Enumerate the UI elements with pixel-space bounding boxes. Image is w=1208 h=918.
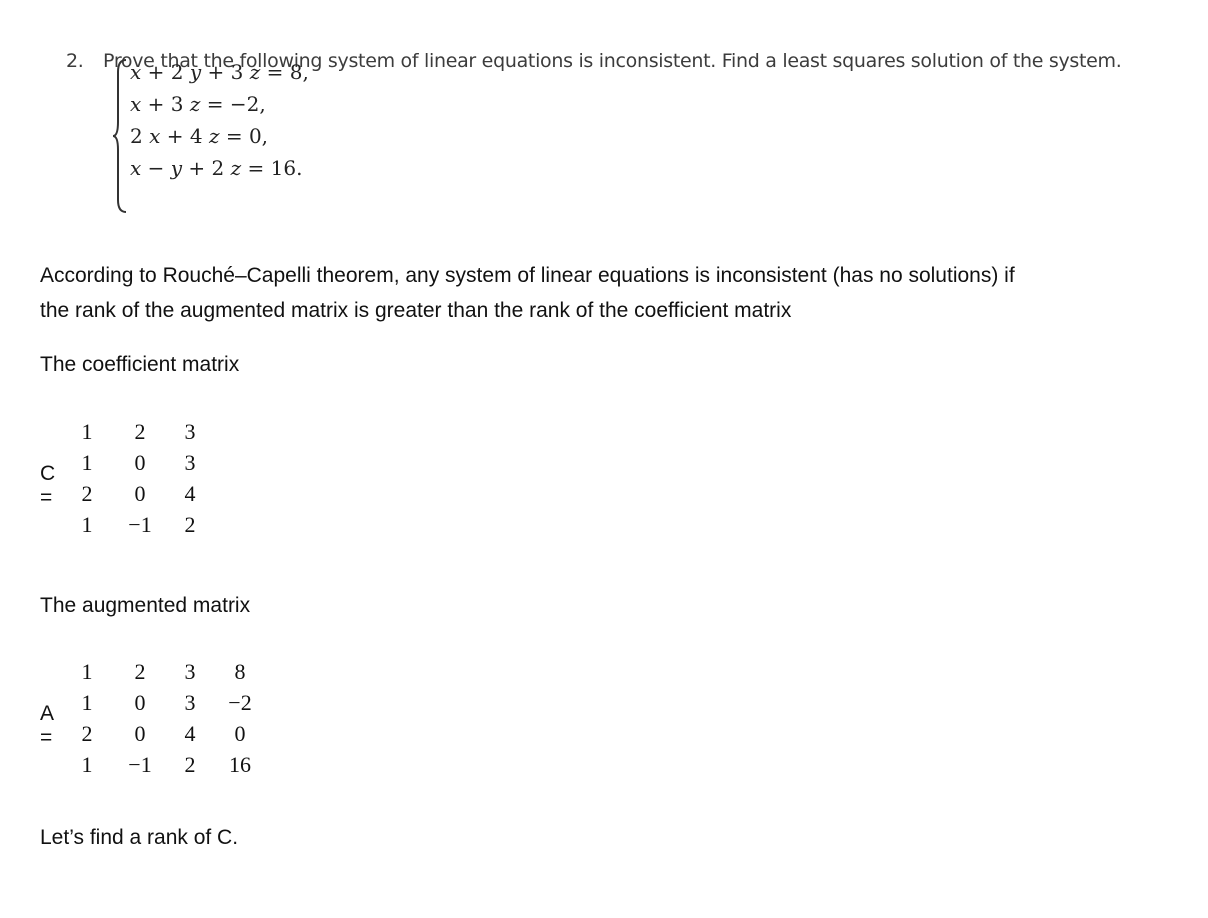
matrix-cell: 3 xyxy=(184,690,196,715)
matrix-cell: 3 xyxy=(184,450,196,475)
matrix-cell: 2 xyxy=(81,721,93,746)
closing-text: Let’s find a rank of C. xyxy=(40,826,239,849)
theorem-paragraph: According to Rouché–Capelli theorem, any… xyxy=(40,258,1015,328)
matrix-cell: 0 xyxy=(134,450,146,475)
matrix-cell: 2 xyxy=(81,481,93,506)
matrix-cell: 2 xyxy=(134,659,146,684)
matrix-cell: 1 xyxy=(81,450,93,475)
matrix-cell: 1 xyxy=(81,419,93,444)
matrix-cell: 4 xyxy=(184,721,196,746)
matrix-cell: 3 xyxy=(184,659,196,684)
matrix-cell: 2 xyxy=(184,512,196,537)
matrix-cell: 8 xyxy=(234,659,246,684)
problem-number: 2. xyxy=(66,50,84,72)
matrix-cell: 2 xyxy=(134,419,146,444)
matrix-label: A = xyxy=(40,702,53,749)
matrix-cell: 1 xyxy=(81,690,93,715)
matrix-cell: −1 xyxy=(128,752,152,777)
matrix-cell: 1 xyxy=(81,752,93,777)
matrix-cell: −1 xyxy=(128,512,152,537)
matrix-cell: 2 xyxy=(184,752,196,777)
equation-list: x + 2 y + 3 z = 8, x + 3 z = −2, 2 x + 4 z… xyxy=(130,56,309,184)
coefficient-heading: The coefficient matrix xyxy=(40,353,240,376)
matrix-cell: 1 xyxy=(81,512,93,537)
equation-1: x + 2 y + 3 z = 8, xyxy=(130,60,309,84)
matrix-cell: 3 xyxy=(184,419,196,444)
augmented-heading: The augmented matrix xyxy=(40,594,251,617)
theorem-line-2: the rank of the augmented matrix is grea… xyxy=(40,299,792,322)
equation-2: x + 3 z = −2, xyxy=(130,92,266,116)
matrix-cell: 4 xyxy=(184,481,196,506)
matrix-cell: 0 xyxy=(234,721,246,746)
equation-3: 2 x + 4 z = 0, xyxy=(130,124,269,148)
matrix-cell: −2 xyxy=(228,690,252,715)
matrix-cell: 0 xyxy=(134,690,146,715)
matrix-cell: 1 xyxy=(81,659,93,684)
matrix-label: C = xyxy=(40,462,56,509)
matrix-cell: 16 xyxy=(229,752,251,777)
left-brace-icon xyxy=(112,59,127,213)
theorem-line-1: According to Rouché–Capelli theorem, any… xyxy=(40,264,1015,287)
matrix-cell: 0 xyxy=(134,481,146,506)
equation-4: x − y + 2 z = 16. xyxy=(130,156,303,180)
matrix-cell: 0 xyxy=(134,721,146,746)
